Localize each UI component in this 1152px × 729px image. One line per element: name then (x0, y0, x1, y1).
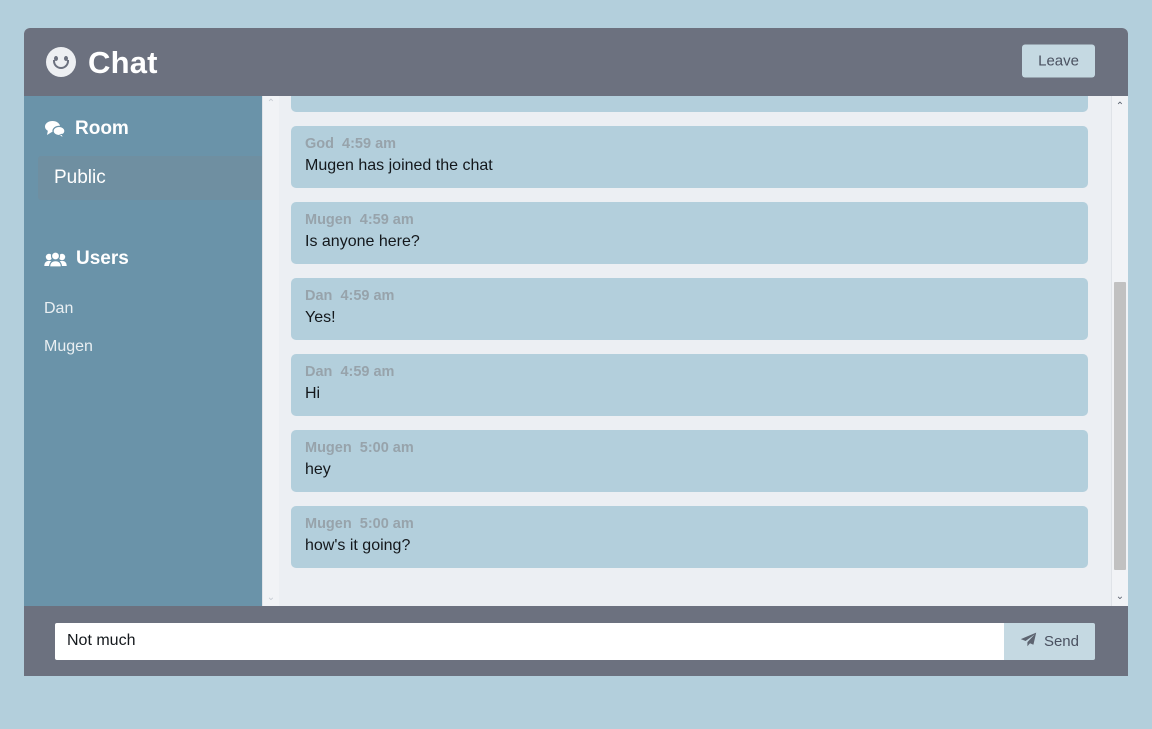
message-sender: Dan (305, 364, 333, 380)
message-text: hey (305, 461, 331, 478)
message-sender: Mugen (305, 516, 352, 532)
message-meta: Dan 4:59 am (305, 364, 1074, 380)
message-bubble: Dan 4:59 am Hi (291, 354, 1088, 416)
users-group-icon (44, 250, 67, 268)
paper-plane-icon (1020, 632, 1037, 651)
page-title: Chat (88, 44, 158, 80)
message-meta: God 4:59 am (305, 136, 1074, 152)
list-item[interactable]: Dan (44, 290, 259, 328)
scroll-down-icon[interactable]: ⌄ (267, 593, 275, 603)
room-section-heading: Room (24, 114, 279, 144)
message-bubble-partial (291, 96, 1088, 112)
user-list: Dan Mugen (24, 290, 279, 366)
message-time: 4:59 am (340, 364, 395, 380)
room-heading-label: Room (75, 118, 129, 139)
message-bubble: God 4:59 am Mugen has joined the chat (291, 126, 1088, 188)
messages-panel: God 4:59 am Mugen has joined the chat Mu… (279, 96, 1128, 606)
messages-scrollbar[interactable]: ⌃ ⌄ (1111, 96, 1128, 606)
message-time: 5:00 am (359, 516, 414, 532)
sidebar: Room Public Users Dan Mugen ⌃ ⌄ (24, 96, 279, 606)
scroll-up-icon[interactable]: ⌃ (267, 99, 275, 109)
message-meta: Mugen 5:00 am (305, 440, 1074, 456)
message-text: Is anyone here? (305, 233, 420, 250)
message-time: 5:00 am (359, 440, 414, 456)
message-bubble: Mugen 5:00 am hey (291, 430, 1088, 492)
send-button[interactable]: Send (1003, 622, 1095, 660)
scroll-up-icon[interactable]: ⌃ (1112, 98, 1128, 114)
chat-app-card: Chat Leave Room Public Users Dan Mugen ⌃… (24, 28, 1128, 676)
message-meta: Mugen 5:00 am (305, 516, 1074, 532)
message-bubble: Mugen 4:59 am Is anyone here? (291, 202, 1088, 264)
app-header: Chat Leave (24, 28, 1128, 96)
message-bubble: Dan 4:59 am Yes! (291, 278, 1088, 340)
message-sender: Dan (305, 288, 333, 304)
message-sender: God (305, 136, 334, 152)
users-heading-label: Users (76, 248, 129, 269)
messages-list: God 4:59 am Mugen has joined the chat Mu… (291, 96, 1088, 582)
leave-button[interactable]: Leave (1022, 44, 1095, 78)
message-time: 4:59 am (359, 212, 414, 228)
chat-body: Room Public Users Dan Mugen ⌃ ⌄ God 4:59… (24, 96, 1128, 606)
message-sender: Mugen (305, 212, 352, 228)
send-button-label: Send (1043, 632, 1079, 650)
user-name: Mugen (44, 338, 93, 355)
message-time: 4:59 am (340, 288, 395, 304)
message-text: Hi (305, 385, 321, 402)
user-name: Dan (44, 300, 74, 317)
sidebar-scrollbar[interactable]: ⌃ ⌄ (262, 96, 279, 606)
list-item[interactable]: Mugen (44, 328, 259, 366)
message-text: Mugen has joined the chat (305, 157, 493, 174)
scrollbar-thumb[interactable] (1114, 282, 1126, 570)
message-input[interactable] (55, 622, 1004, 660)
brand: Chat (46, 47, 158, 78)
message-text: Yes! (305, 309, 336, 326)
message-sender: Mugen (305, 440, 352, 456)
users-section-heading: Users (24, 244, 279, 274)
message-bubble: Mugen 5:00 am how's it going? (291, 506, 1088, 568)
smiley-face-icon (46, 47, 76, 77)
message-meta: Dan 4:59 am (305, 288, 1074, 304)
comments-icon (44, 120, 66, 138)
room-item-label: Public (54, 167, 106, 188)
message-text (305, 96, 1074, 99)
message-meta: Mugen 4:59 am (305, 212, 1074, 228)
composer-bar: Send (24, 606, 1128, 676)
room-list: Public (24, 156, 279, 200)
sidebar-item-public[interactable]: Public (38, 156, 265, 200)
message-text: how's it going? (305, 537, 411, 554)
scroll-down-icon[interactable]: ⌄ (1112, 588, 1128, 604)
message-time: 4:59 am (342, 136, 397, 152)
